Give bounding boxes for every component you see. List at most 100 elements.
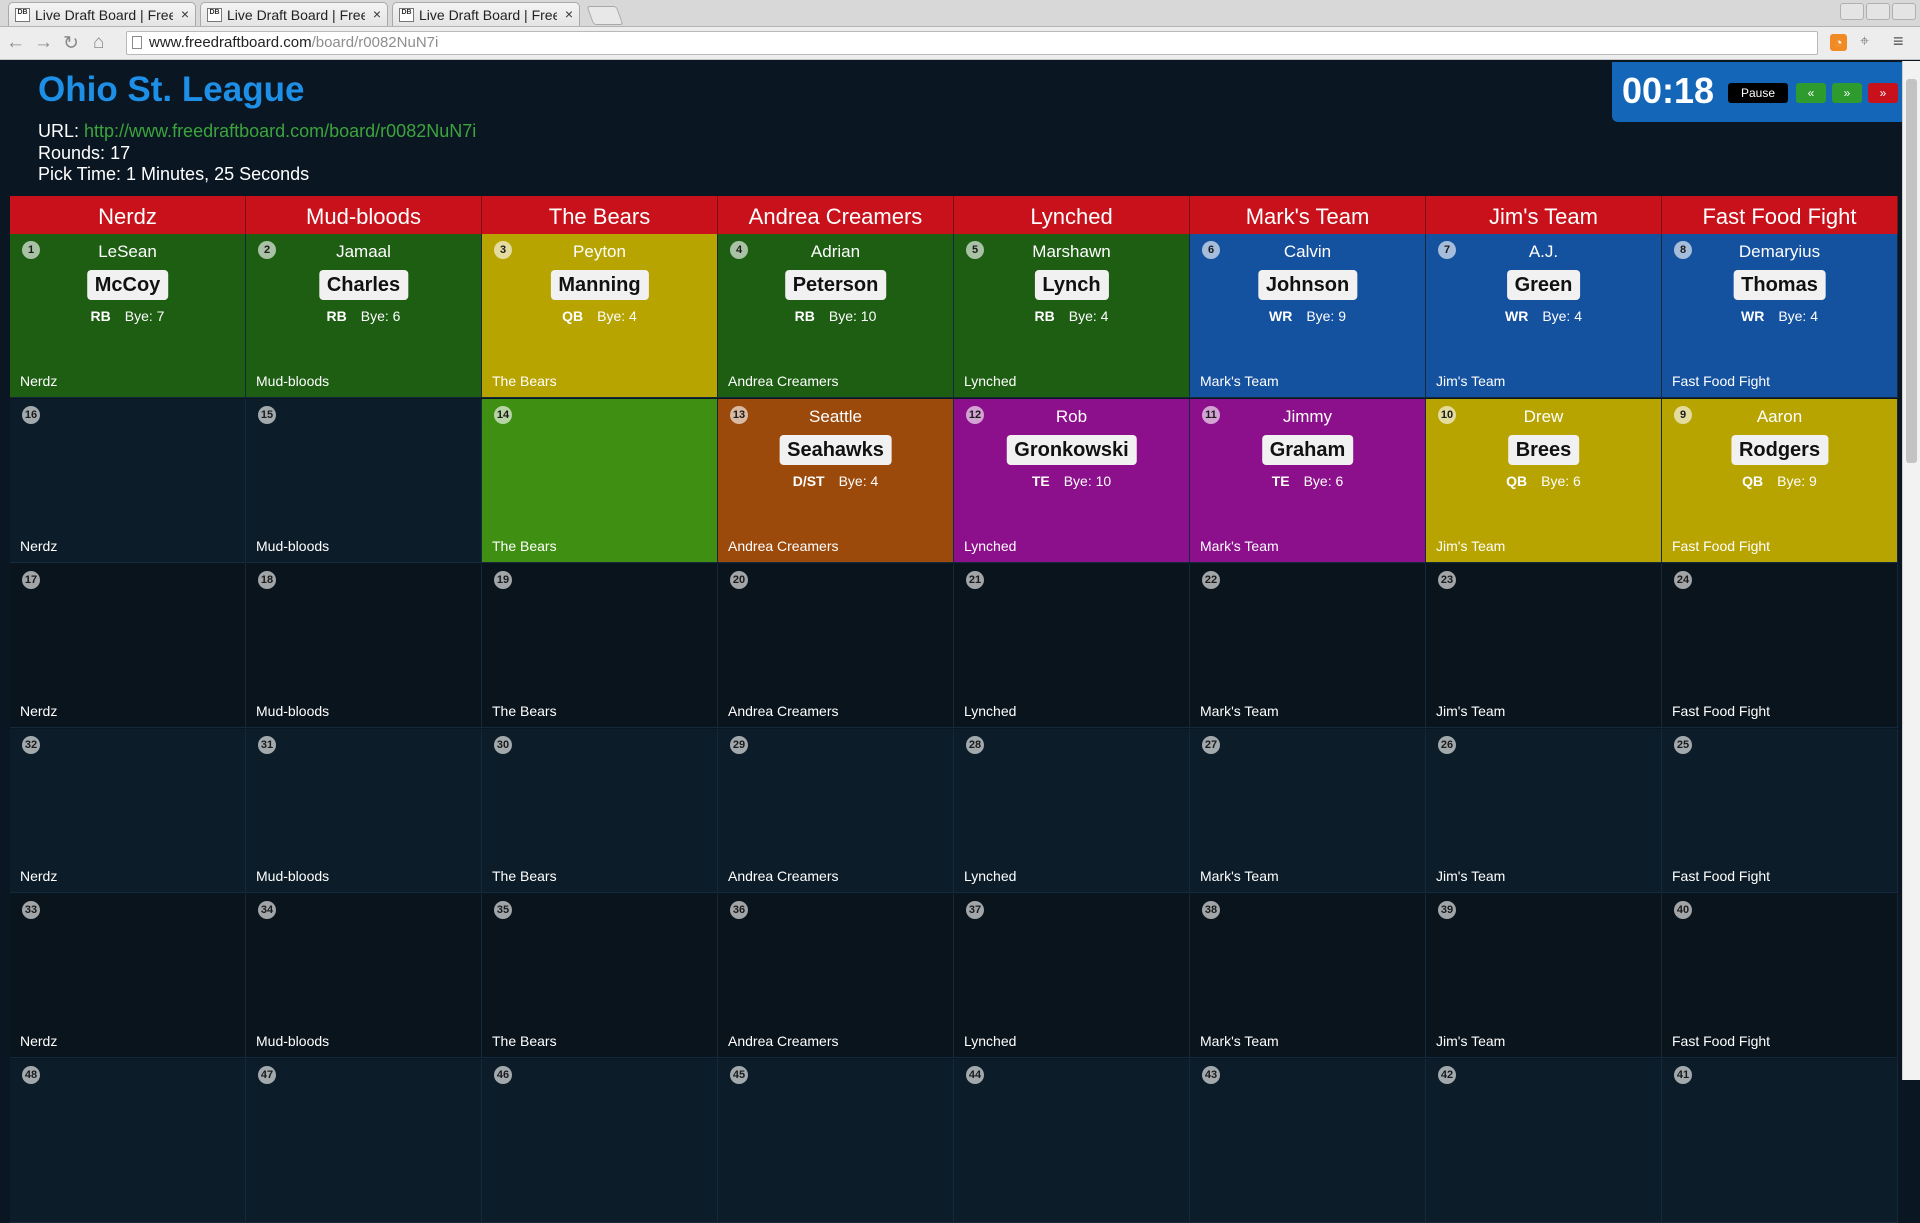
draft-pick-cell[interactable]: 6 Calvin Johnson WR Bye: 9 Mark's Team — [1190, 234, 1426, 398]
player-last-name: Charles — [318, 270, 409, 300]
empty-pick-slot[interactable]: 32 Nerdz — [10, 729, 246, 893]
board-url-link[interactable]: http://www.freedraftboard.com/board/r008… — [84, 121, 476, 141]
empty-pick-slot[interactable]: 24 Fast Food Fight — [1662, 564, 1898, 728]
player-position: RB — [794, 308, 815, 324]
browser-tab[interactable]: DB Live Draft Board | Free × — [8, 2, 196, 26]
skip-end-button[interactable]: » — [1868, 83, 1898, 103]
empty-pick-slot[interactable]: 23 Jim's Team — [1426, 564, 1662, 728]
empty-pick-slot[interactable]: 35 The Bears — [482, 894, 718, 1058]
draft-pick-cell[interactable]: 8 Demaryius Thomas WR Bye: 4 Fast Food Fight — [1662, 234, 1898, 398]
maximize-window-button[interactable] — [1866, 3, 1890, 20]
empty-pick-slot[interactable]: 42 — [1426, 1059, 1662, 1223]
empty-pick-slot[interactable]: 45 — [718, 1059, 954, 1223]
empty-pick-slot[interactable]: 27 Mark's Team — [1190, 729, 1426, 893]
close-tab-icon[interactable]: × — [373, 6, 381, 22]
close-tab-icon[interactable]: × — [565, 6, 573, 22]
empty-pick-slot[interactable]: 16 Nerdz — [10, 399, 246, 563]
draft-pick-cell[interactable]: 10 Drew Brees QB Bye: 6 Jim's Team — [1426, 399, 1662, 563]
pick-number-badge: 14 — [494, 406, 512, 424]
home-icon[interactable]: ⌂ — [93, 32, 104, 54]
empty-pick-slot[interactable]: 18 Mud-bloods — [246, 564, 482, 728]
draft-pick-cell[interactable]: 13 Seattle Seahawks D/ST Bye: 4 Andrea Creame… — [718, 399, 954, 563]
draft-pick-cell[interactable]: 11 Jimmy Graham TE Bye: 6 Mark's Team — [1190, 399, 1426, 563]
draft-pick-cell[interactable]: 5 Marshawn Lynch RB Bye: 4 Lynched — [954, 234, 1190, 398]
empty-pick-slot[interactable]: 31 Mud-bloods — [246, 729, 482, 893]
player-last-name: Lynch — [1034, 270, 1109, 300]
new-tab-button[interactable] — [586, 6, 624, 25]
empty-pick-slot[interactable]: 33 Nerdz — [10, 894, 246, 1058]
empty-pick-slot[interactable]: 28 Lynched — [954, 729, 1190, 893]
player-meta: TE Bye: 10 — [954, 473, 1189, 489]
reload-icon[interactable]: ↻ — [63, 32, 79, 55]
pick-owner-team: Nerdz — [20, 538, 58, 554]
empty-pick-slot[interactable]: 40 Fast Food Fight — [1662, 894, 1898, 1058]
draft-pick-cell[interactable]: 9 Aaron Rodgers QB Bye: 9 Fast Food Fight — [1662, 399, 1898, 563]
empty-pick-slot[interactable]: 17 Nerdz — [10, 564, 246, 728]
empty-pick-slot[interactable]: 39 Jim's Team — [1426, 894, 1662, 1058]
url-row: URL: http://www.freedraftboard.com/board… — [38, 121, 476, 142]
next-pick-button[interactable]: » — [1832, 83, 1862, 103]
empty-pick-slot[interactable]: 20 Andrea Creamers — [718, 564, 954, 728]
draft-pick-cell[interactable]: 3 Peyton Manning QB Bye: 4 The Bears — [482, 234, 718, 398]
player-position: WR — [1504, 308, 1529, 324]
rss-icon[interactable]: ◔ — [1830, 34, 1847, 51]
draft-pick-cell[interactable]: 2 Jamaal Charles RB Bye: 6 Mud-bloods — [246, 234, 482, 398]
empty-pick-slot[interactable]: 14 The Bears — [482, 399, 718, 563]
empty-pick-slot[interactable]: 48 — [10, 1059, 246, 1223]
empty-pick-slot[interactable]: 22 Mark's Team — [1190, 564, 1426, 728]
player-position: RB — [90, 308, 111, 324]
empty-pick-slot[interactable]: 46 — [482, 1059, 718, 1223]
empty-pick-slot[interactable]: 25 Fast Food Fight — [1662, 729, 1898, 893]
browser-tab[interactable]: DB Live Draft Board | Free × — [200, 2, 388, 26]
pick-number-badge: 33 — [22, 901, 40, 919]
pick-owner-team: Mud-bloods — [256, 703, 330, 719]
empty-pick-slot[interactable]: 44 — [954, 1059, 1190, 1223]
menu-icon[interactable]: ≡ — [1893, 31, 1904, 52]
player-meta: WR Bye: 9 — [1190, 308, 1425, 324]
empty-pick-slot[interactable]: 43 — [1190, 1059, 1426, 1223]
empty-pick-slot[interactable]: 29 Andrea Creamers — [718, 729, 954, 893]
previous-pick-button[interactable]: « — [1796, 83, 1826, 103]
player-bye-week: Bye: 6 — [360, 308, 401, 324]
pick-owner-team: Andrea Creamers — [728, 373, 839, 389]
empty-pick-slot[interactable]: 26 Jim's Team — [1426, 729, 1662, 893]
pick-owner-team: Lynched — [964, 538, 1017, 554]
empty-pick-slot[interactable]: 37 Lynched — [954, 894, 1190, 1058]
draft-pick-cell[interactable]: 4 Adrian Peterson RB Bye: 10 Andrea Creamers — [718, 234, 954, 398]
draft-pick-cell[interactable]: 7 A.J. Green WR Bye: 4 Jim's Team — [1426, 234, 1662, 398]
forward-icon[interactable]: → — [34, 32, 53, 54]
player-bye-week: Bye: 6 — [1541, 473, 1581, 489]
address-bar[interactable]: www.freedraftboard.com/board/r0082NuN7i — [126, 31, 1818, 55]
back-icon[interactable]: ← — [6, 32, 25, 54]
pick-owner-team: Mark's Team — [1200, 373, 1279, 389]
close-window-button[interactable] — [1892, 3, 1916, 20]
player-position: RB — [326, 308, 347, 324]
empty-pick-slot[interactable]: 19 The Bears — [482, 564, 718, 728]
draft-pick-cell[interactable]: 1 LeSean McCoy RB Bye: 7 Nerdz — [10, 234, 246, 398]
empty-pick-slot[interactable]: 47 — [246, 1059, 482, 1223]
empty-pick-slot[interactable]: 30 The Bears — [482, 729, 718, 893]
browser-tab-active[interactable]: DB Live Draft Board | Free × — [392, 2, 580, 26]
scrollbar-thumb[interactable] — [1906, 79, 1917, 463]
minimize-window-button[interactable] — [1840, 3, 1864, 20]
pick-number-badge: 42 — [1438, 1066, 1456, 1084]
empty-pick-slot[interactable]: 21 Lynched — [954, 564, 1190, 728]
empty-pick-slot[interactable]: 38 Mark's Team — [1190, 894, 1426, 1058]
empty-pick-slot[interactable]: 41 — [1662, 1059, 1898, 1223]
favicon-icon: DB — [15, 8, 30, 22]
team-header-lynched: Lynched — [954, 196, 1190, 234]
pick-number-badge: 40 — [1674, 901, 1692, 919]
pick-number-badge: 16 — [22, 406, 40, 424]
close-tab-icon[interactable]: × — [181, 6, 189, 22]
empty-pick-slot[interactable]: 15 Mud-bloods — [246, 399, 482, 563]
location-icon[interactable]: ⌖ — [1860, 33, 1869, 51]
draft-pick-cell[interactable]: 12 Rob Gronkowski TE Bye: 10 Lynched — [954, 399, 1190, 563]
player-last-name: Manning — [550, 270, 649, 300]
player-position: QB — [1742, 473, 1764, 489]
vertical-scrollbar[interactable] — [1902, 61, 1920, 1080]
player-position: RB — [1034, 308, 1055, 324]
pause-button[interactable]: Pause — [1728, 83, 1788, 103]
empty-pick-slot[interactable]: 34 Mud-bloods — [246, 894, 482, 1058]
empty-pick-slot[interactable]: 36 Andrea Creamers — [718, 894, 954, 1058]
pick-number-badge: 44 — [966, 1066, 984, 1084]
